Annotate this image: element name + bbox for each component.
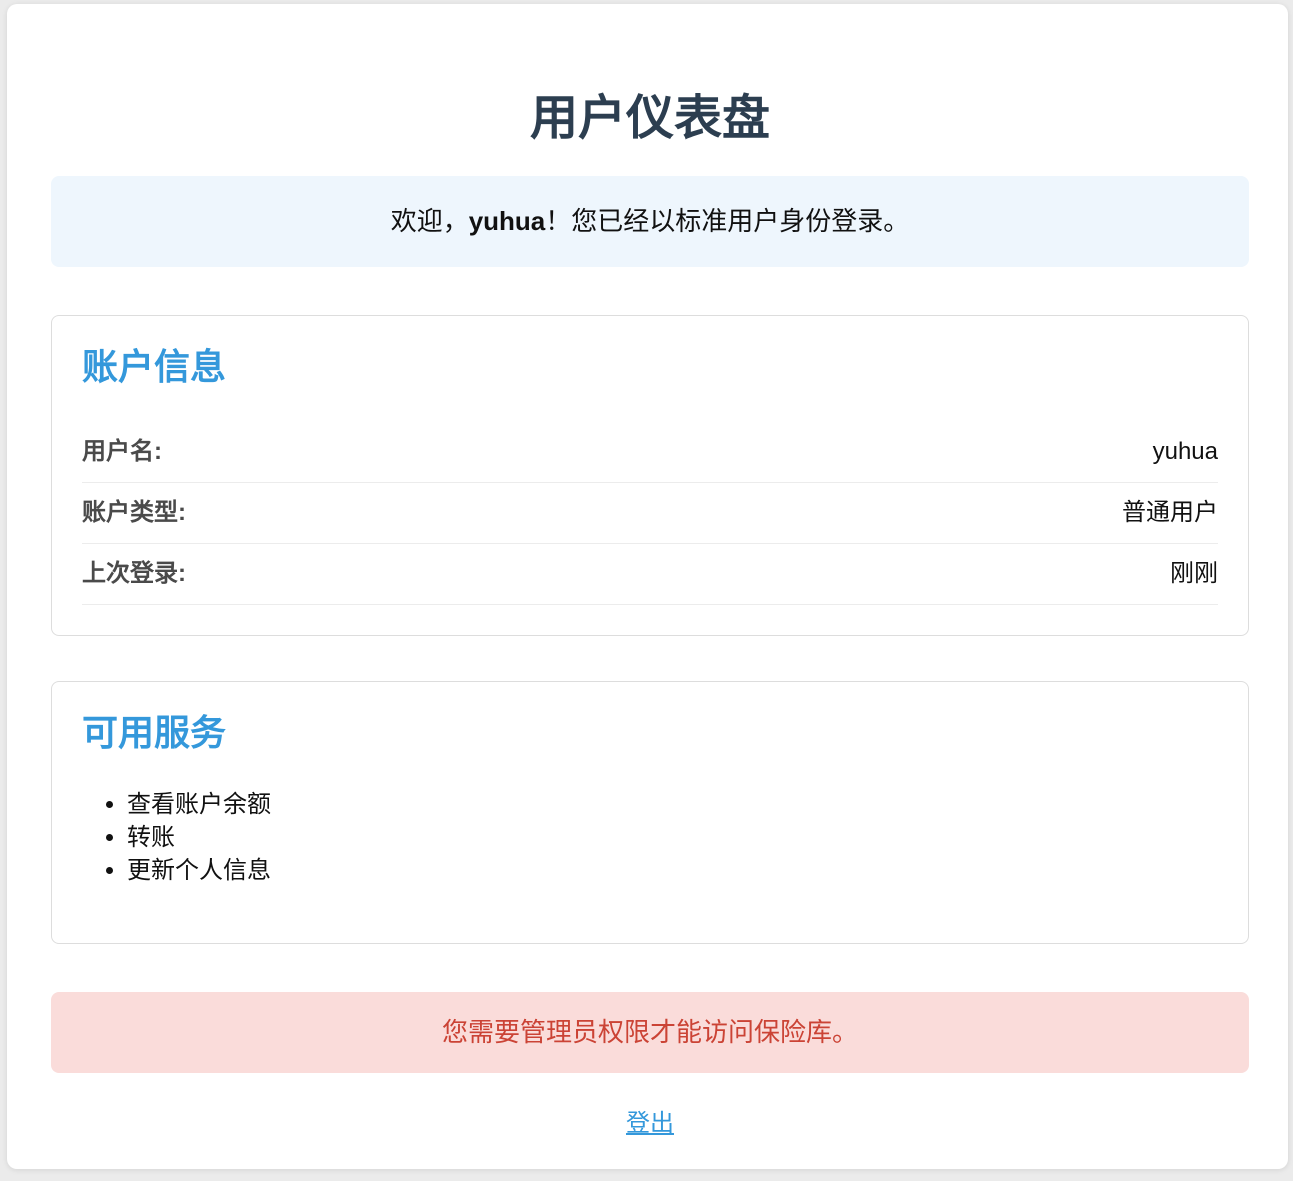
- table-row-username: 用户名: yuhua: [82, 422, 1218, 483]
- list-item-update-profile: 更新个人信息: [127, 854, 1218, 887]
- welcome-text-suffix: ！您已经以标准用户身份登录。: [545, 206, 909, 236]
- account-info-table: 用户名: yuhua 账户类型: 普通用户 上次登录: 刚刚: [82, 422, 1218, 605]
- account-info-heading: 账户信息: [82, 346, 1218, 388]
- last-login-value: 刚刚: [673, 544, 1218, 605]
- services-list: 查看账户余额 转账 更新个人信息: [82, 788, 1218, 887]
- account-type-label: 账户类型:: [82, 483, 673, 544]
- services-heading: 可用服务: [82, 712, 1218, 754]
- table-row-last-login: 上次登录: 刚刚: [82, 544, 1218, 605]
- last-login-label: 上次登录:: [82, 544, 673, 605]
- vault-permission-error-banner: 您需要管理员权限才能访问保险库。: [51, 992, 1249, 1073]
- page-title: 用户仪表盘: [51, 91, 1249, 147]
- logout-row: 登出: [51, 1109, 1249, 1138]
- list-item-transfer: 转账: [127, 821, 1218, 854]
- account-type-value: 普通用户: [673, 483, 1218, 544]
- list-item-view-balance: 查看账户余额: [127, 788, 1218, 821]
- welcome-username: yuhua: [469, 206, 546, 236]
- welcome-text-prefix: 欢迎，: [391, 206, 469, 236]
- account-info-section: 账户信息 用户名: yuhua 账户类型: 普通用户 上次登录: 刚刚: [51, 315, 1249, 636]
- services-section: 可用服务 查看账户余额 转账 更新个人信息: [51, 681, 1249, 944]
- welcome-banner: 欢迎，yuhua！您已经以标准用户身份登录。: [51, 176, 1249, 267]
- username-value: yuhua: [673, 422, 1218, 483]
- logout-link[interactable]: 登出: [626, 1110, 674, 1137]
- username-label: 用户名:: [82, 422, 673, 483]
- table-row-account-type: 账户类型: 普通用户: [82, 483, 1218, 544]
- dashboard-card: 用户仪表盘 欢迎，yuhua！您已经以标准用户身份登录。 账户信息 用户名: y…: [7, 4, 1288, 1169]
